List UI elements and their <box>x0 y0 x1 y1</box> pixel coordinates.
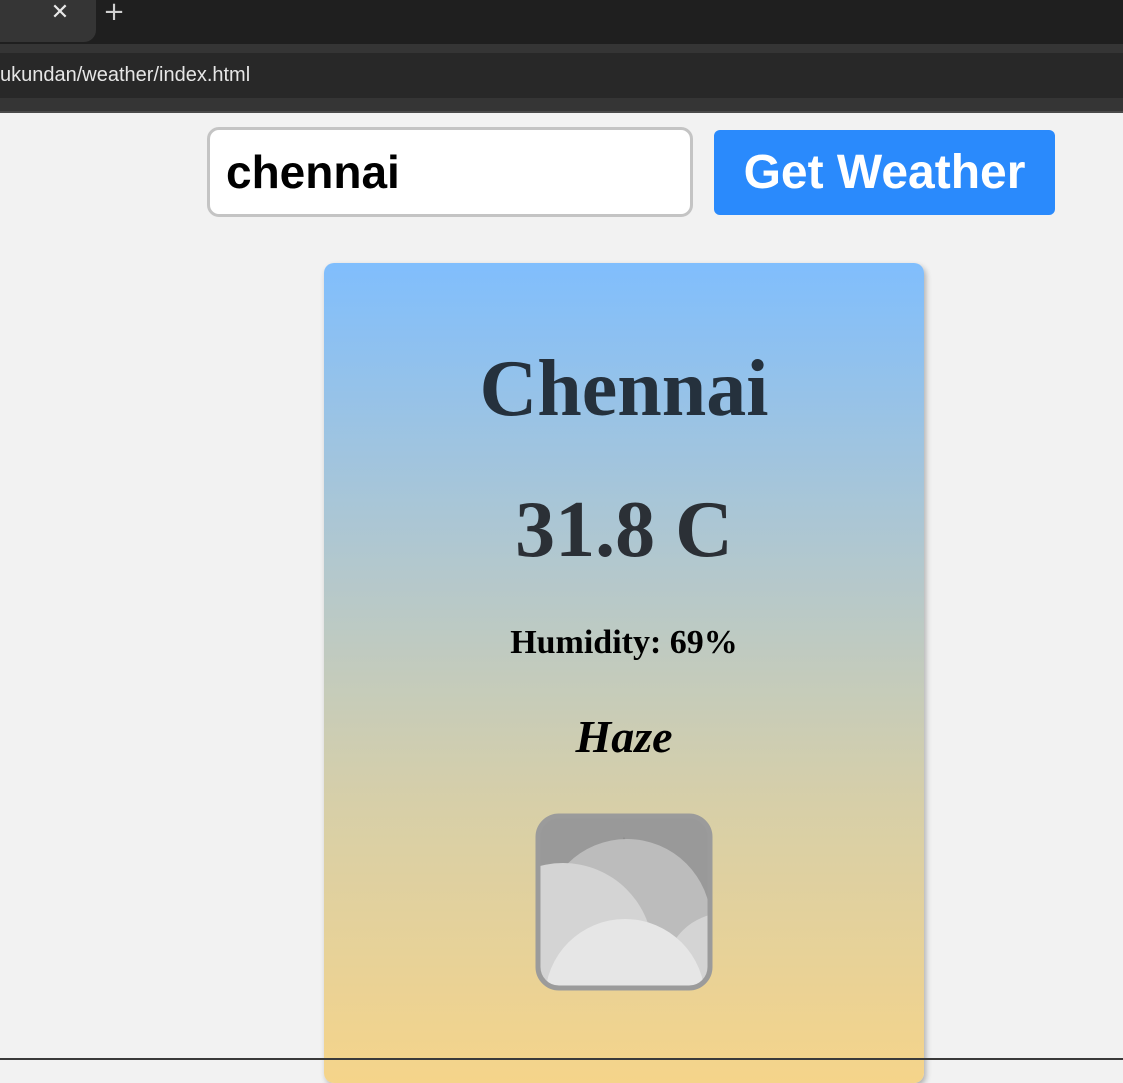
city-search-input[interactable] <box>207 127 693 217</box>
city-name: Chennai <box>479 345 769 433</box>
get-weather-button[interactable]: Get Weather <box>714 130 1055 215</box>
address-bar[interactable]: ukundan/weather/index.html <box>0 53 1123 98</box>
humidity: Humidity: 69% <box>510 624 738 661</box>
weather-condition: Haze <box>575 711 673 762</box>
browser-tab[interactable]: ✕ <box>0 0 96 42</box>
page-top-divider <box>0 111 1123 113</box>
new-tab-icon[interactable]: + <box>102 0 126 26</box>
haze-cloud-icon <box>535 813 713 991</box>
temperature: 31.8 C <box>515 486 733 574</box>
tab-close-icon[interactable]: ✕ <box>50 0 70 26</box>
address-bar-url: ukundan/weather/index.html <box>0 64 251 86</box>
browser-toolbar: ukundan/weather/index.html <box>0 44 1123 112</box>
browser-tab-strip: ✕ + <box>0 0 1123 44</box>
weather-card: Chennai 31.8 C Humidity: 69% Haze <box>324 263 924 1083</box>
